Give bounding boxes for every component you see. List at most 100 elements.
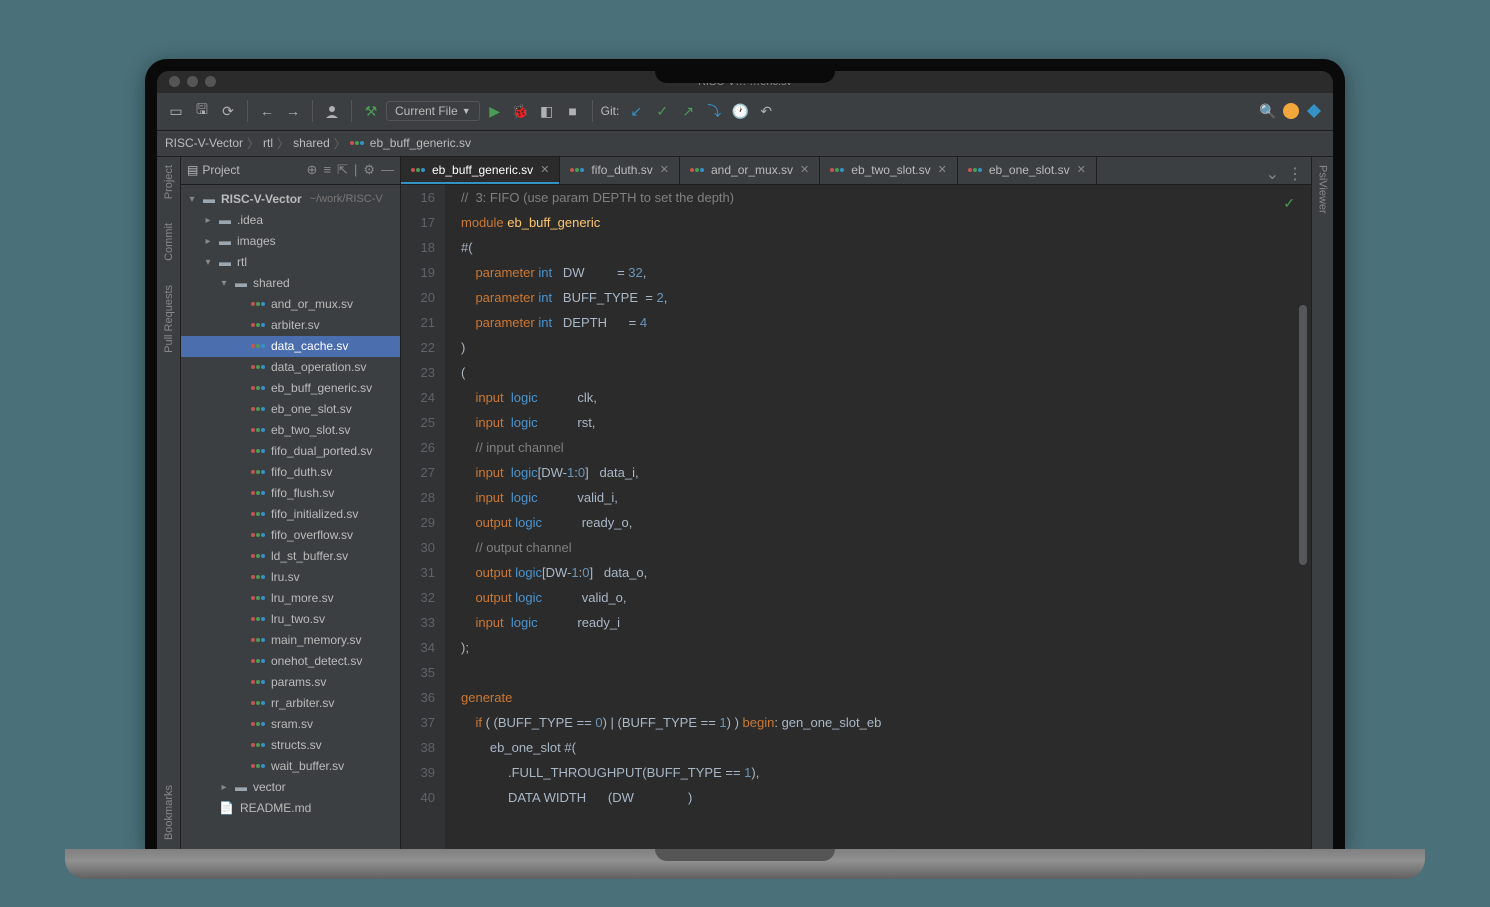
tree-root[interactable]: ▾▬RISC-V-Vector~/work/RISC-V [181, 189, 400, 210]
git-label: Git: [601, 104, 620, 118]
tree-file[interactable]: eb_buff_generic.sv [181, 378, 400, 399]
tool-bookmarks[interactable]: Bookmarks [163, 785, 175, 840]
tree-file[interactable]: sram.sv [181, 714, 400, 735]
tree-file[interactable]: fifo_initialized.sv [181, 504, 400, 525]
collapse-icon[interactable]: ⇱ [337, 162, 348, 178]
tree-file[interactable]: params.sv [181, 672, 400, 693]
coverage-button[interactable]: ◧ [536, 100, 558, 122]
tree-file[interactable]: ld_st_buffer.sv [181, 546, 400, 567]
tree-file[interactable]: lru.sv [181, 567, 400, 588]
gear-icon[interactable]: ⚙ [363, 162, 375, 178]
right-tool-strip: PsiViewer [1311, 157, 1333, 849]
code-content[interactable]: // 3: FIFO (use param DEPTH to set the d… [445, 185, 1311, 849]
git-commit-icon[interactable]: ✓ [651, 100, 673, 122]
git-history-icon[interactable]: 🕐 [729, 100, 751, 122]
tree-file[interactable]: 📄README.md [181, 798, 400, 819]
user-badge[interactable] [1283, 103, 1299, 119]
close-icon[interactable]: ✕ [1077, 163, 1086, 176]
search-icon[interactable]: 🔍 [1257, 100, 1279, 122]
target-icon[interactable]: ⊕ [307, 162, 318, 178]
tree-file[interactable]: fifo_duth.sv [181, 462, 400, 483]
editor-tabbar: eb_buff_generic.sv✕fifo_duth.sv✕and_or_m… [401, 157, 1311, 185]
code-editor[interactable]: 1617181920212223242526272829303132333435… [401, 185, 1311, 849]
git-update-icon[interactable]: ⤵ [703, 100, 725, 122]
tree-folder[interactable]: ▾▬rtl [181, 252, 400, 273]
project-panel-title: Project [202, 163, 239, 177]
divider: | [354, 162, 357, 178]
sv-file-icon [350, 141, 364, 145]
save-all-icon[interactable]: 🖫 [191, 100, 213, 122]
tree-file[interactable]: structs.sv [181, 735, 400, 756]
tree-file[interactable]: onehot_detect.sv [181, 651, 400, 672]
tree-folder[interactable]: ▸▬vector [181, 777, 400, 798]
left-tool-strip: Project Commit Pull Requests Bookmarks [157, 157, 181, 849]
chevron-down-icon[interactable]: ⌄ [1266, 164, 1279, 184]
stop-button[interactable]: ■ [562, 100, 584, 122]
tree-file[interactable]: lru_more.sv [181, 588, 400, 609]
tree-file[interactable]: eb_one_slot.sv [181, 399, 400, 420]
tree-folder[interactable]: ▸▬images [181, 231, 400, 252]
vertical-scrollbar[interactable] [1299, 305, 1307, 565]
debug-button[interactable]: 🐞 [510, 100, 532, 122]
ide-logo-icon[interactable] [1303, 100, 1325, 122]
breadcrumb-item[interactable]: eb_buff_generic.sv [370, 136, 471, 150]
traffic-lights[interactable] [169, 76, 216, 87]
sv-file-icon [830, 168, 844, 172]
minimize-icon[interactable]: — [381, 162, 394, 178]
breadcrumb[interactable]: RISC-V-Vector〉 rtl〉 shared〉 eb_buff_gene… [157, 131, 1333, 157]
tree-file[interactable]: fifo_overflow.sv [181, 525, 400, 546]
breadcrumb-item[interactable]: rtl [263, 136, 273, 150]
sync-icon[interactable]: ⟳ [217, 100, 239, 122]
tree-file[interactable]: rr_arbiter.sv [181, 693, 400, 714]
tree-file[interactable]: main_memory.sv [181, 630, 400, 651]
tree-file[interactable]: arbiter.sv [181, 315, 400, 336]
tree-file[interactable]: eb_two_slot.sv [181, 420, 400, 441]
project-panel-icon: ▤ [187, 163, 198, 177]
tool-commit[interactable]: Commit [163, 223, 175, 261]
chevron-down-icon: ▼ [462, 106, 471, 116]
tool-pull-requests[interactable]: Pull Requests [163, 285, 175, 353]
tree-file[interactable]: data_cache.sv [181, 336, 400, 357]
git-pull-icon[interactable]: ↙ [625, 100, 647, 122]
editor-tab[interactable]: eb_two_slot.sv✕ [820, 157, 958, 184]
tree-file[interactable]: and_or_mux.sv [181, 294, 400, 315]
sv-file-icon [411, 168, 425, 172]
open-icon[interactable]: ▭ [165, 100, 187, 122]
more-icon[interactable]: ⋮ [1287, 164, 1303, 184]
sv-file-icon [570, 168, 584, 172]
line-gutter: 1617181920212223242526272829303132333435… [401, 185, 445, 849]
project-tree[interactable]: ▾▬RISC-V-Vector~/work/RISC-V▸▬.idea▸▬ima… [181, 185, 400, 849]
tree-file[interactable]: fifo_flush.sv [181, 483, 400, 504]
editor-tab[interactable]: eb_buff_generic.sv✕ [401, 157, 560, 184]
forward-button[interactable]: → [282, 100, 304, 122]
tool-psiviewer[interactable]: PsiViewer [1317, 165, 1329, 214]
run-config-select[interactable]: Current File ▼ [386, 101, 480, 121]
tree-file[interactable]: data_operation.sv [181, 357, 400, 378]
editor-tab[interactable]: and_or_mux.sv✕ [680, 157, 820, 184]
sv-file-icon [690, 168, 704, 172]
main-toolbar: ▭ 🖫 ⟳ ← → ⚒ Current File ▼ ▶ 🐞 ◧ ■ Git: … [157, 93, 1333, 131]
breadcrumb-item[interactable]: shared [293, 136, 330, 150]
user-icon[interactable] [321, 100, 343, 122]
tree-file[interactable]: wait_buffer.sv [181, 756, 400, 777]
close-icon[interactable]: ✕ [660, 163, 669, 176]
close-icon[interactable]: ✕ [938, 163, 947, 176]
tree-file[interactable]: fifo_dual_ported.sv [181, 441, 400, 462]
tree-folder[interactable]: ▾▬shared [181, 273, 400, 294]
analysis-ok-icon[interactable]: ✓ [1283, 191, 1295, 216]
run-button[interactable]: ▶ [484, 100, 506, 122]
editor-tab[interactable]: fifo_duth.sv✕ [560, 157, 680, 184]
sv-file-icon [968, 168, 982, 172]
breadcrumb-item[interactable]: RISC-V-Vector [165, 136, 243, 150]
close-icon[interactable]: ✕ [540, 163, 549, 176]
close-icon[interactable]: ✕ [800, 163, 809, 176]
build-icon[interactable]: ⚒ [360, 100, 382, 122]
tree-folder[interactable]: ▸▬.idea [181, 210, 400, 231]
tool-project[interactable]: Project [163, 165, 175, 199]
git-push-icon[interactable]: ↗ [677, 100, 699, 122]
git-revert-icon[interactable]: ↶ [755, 100, 777, 122]
editor-tab[interactable]: eb_one_slot.sv✕ [958, 157, 1097, 184]
expand-icon[interactable]: ≡ [323, 162, 331, 178]
tree-file[interactable]: lru_two.sv [181, 609, 400, 630]
back-button[interactable]: ← [256, 100, 278, 122]
